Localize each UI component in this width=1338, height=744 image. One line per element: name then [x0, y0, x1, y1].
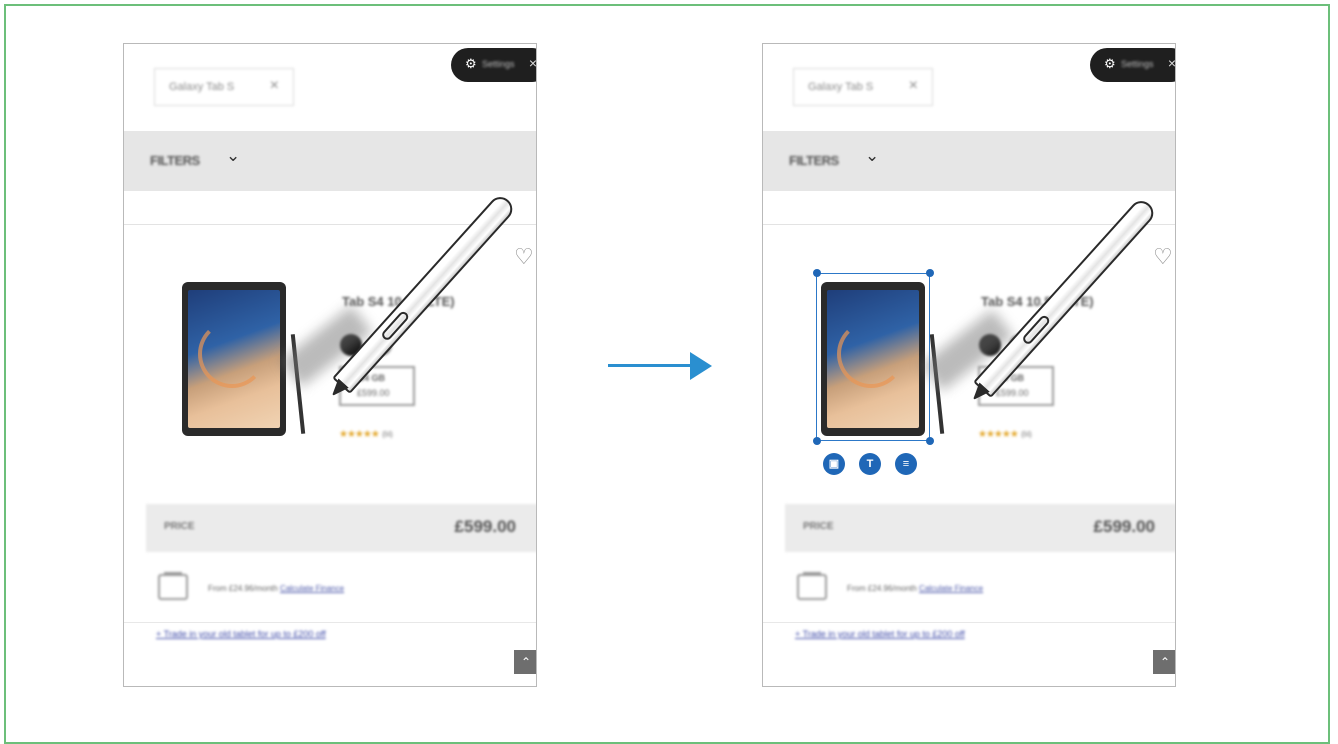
transition-arrow-line	[608, 364, 694, 367]
price-bar: PRICE £599.00	[785, 504, 1175, 552]
heart-icon[interactable]: ♡	[514, 244, 534, 270]
pen-edit-icon[interactable]: ✎	[536, 351, 537, 373]
tablet-wallpaper	[188, 290, 280, 428]
search-chip[interactable]: Galaxy Tab S ×	[793, 68, 933, 106]
finance-text: From £24.96/month Calculate Finance	[847, 584, 983, 593]
gear-icon: ⚙	[1104, 56, 1116, 71]
stars-glyphs: ★★★★★	[978, 429, 1019, 440]
selection-handle-top-left[interactable]	[813, 269, 821, 277]
storage-price: £599.00	[996, 388, 1029, 398]
finance-amount: From £24.96/month	[847, 584, 917, 593]
phone-screen-after: Galaxy Tab S × ⚙ Settings × FILTERS ⌄ ♡ …	[762, 43, 1176, 687]
settings-pill[interactable]: ⚙ Settings ×	[1090, 48, 1175, 82]
list-icon[interactable]: ≡	[895, 453, 917, 475]
chevron-down-icon: ⌄	[865, 146, 880, 165]
rating-stars: ★★★★★ (84)	[339, 429, 393, 440]
review-count: (84)	[381, 430, 393, 439]
transition-arrow-icon	[690, 352, 712, 380]
calculator-icon	[158, 572, 188, 600]
rating-stars: ★★★★★ (84)	[978, 429, 1032, 440]
search-chip-text: Galaxy Tab S	[169, 81, 235, 93]
pen-edit-icon[interactable]: ✎	[1175, 351, 1176, 373]
close-icon[interactable]: ×	[1168, 55, 1175, 71]
gear-icon: ⚙	[465, 56, 477, 71]
filters-label: FILTERS	[150, 153, 200, 168]
text-extract-icon[interactable]: T	[859, 453, 881, 475]
review-count: (84)	[1020, 430, 1032, 439]
tablet-product-image[interactable]	[182, 282, 286, 436]
heart-icon[interactable]: ♡	[1153, 244, 1173, 270]
settings-label: Settings	[1121, 59, 1154, 69]
price-label: PRICE	[164, 521, 195, 532]
price-value: £599.00	[1093, 517, 1155, 536]
divider	[124, 622, 536, 623]
divider	[763, 622, 1175, 623]
s-pen-button	[380, 309, 411, 342]
filters-bar[interactable]: FILTERS ⌄	[763, 131, 1175, 191]
close-icon[interactable]: ×	[909, 77, 918, 95]
selection-handle-bottom-left[interactable]	[813, 437, 821, 445]
trade-in-link[interactable]: + Trade in your old tablet for up to £20…	[156, 629, 326, 639]
filters-label: FILTERS	[789, 153, 839, 168]
chevron-down-icon: ⌄	[226, 146, 241, 165]
filters-bar[interactable]: FILTERS ⌄	[124, 131, 536, 191]
phone-screen-before: Galaxy Tab S × ⚙ Settings × FILTERS ⌄ ♡ …	[123, 43, 537, 687]
s-pen-button	[1021, 313, 1052, 346]
settings-pill[interactable]: ⚙ Settings ×	[451, 48, 536, 82]
image-icon[interactable]: ▣	[823, 453, 845, 475]
calculator-icon	[797, 572, 827, 600]
trade-in-link[interactable]: + Trade in your old tablet for up to £20…	[795, 629, 965, 639]
search-chip-text: Galaxy Tab S	[808, 81, 874, 93]
scroll-to-top-icon[interactable]: ⌃	[514, 650, 536, 674]
scroll-to-top-icon[interactable]: ⌃	[1153, 650, 1175, 674]
calculate-finance-link[interactable]: Calculate Finance	[280, 584, 344, 593]
finance-text: From £24.96/month Calculate Finance	[208, 584, 344, 593]
selection-box[interactable]	[816, 273, 930, 441]
finance-amount: From £24.96/month	[208, 584, 278, 593]
selection-handle-bottom-right[interactable]	[926, 437, 934, 445]
price-value: £599.00	[454, 517, 516, 536]
storage-price: £599.00	[357, 388, 390, 398]
selection-handle-top-right[interactable]	[926, 269, 934, 277]
settings-label: Settings	[482, 59, 515, 69]
close-icon[interactable]: ×	[270, 77, 279, 95]
calculate-finance-link[interactable]: Calculate Finance	[919, 584, 983, 593]
price-bar: PRICE £599.00	[146, 504, 536, 552]
search-chip[interactable]: Galaxy Tab S ×	[154, 68, 294, 106]
close-icon[interactable]: ×	[529, 55, 536, 71]
stars-glyphs: ★★★★★	[339, 429, 380, 440]
wallpaper-swirl	[198, 320, 266, 388]
price-label: PRICE	[803, 521, 834, 532]
